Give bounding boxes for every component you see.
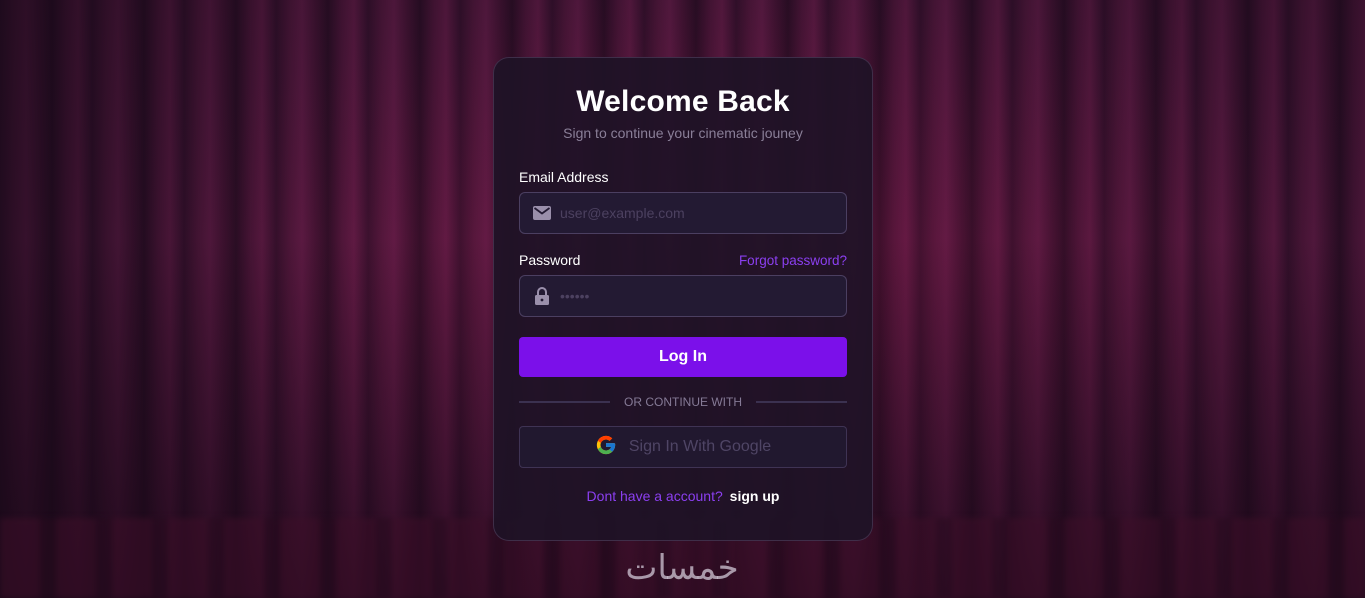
signup-prompt: Dont have a account? xyxy=(586,488,723,504)
google-signin-label: Sign In With Google xyxy=(628,438,772,455)
divider-line-right xyxy=(756,401,847,403)
divider: OR CONTINUE WITH xyxy=(519,395,847,409)
page-title: Welcome Back xyxy=(576,85,790,118)
lock-icon xyxy=(532,286,552,306)
page-subtitle: Sign to continue your cinematic jouney xyxy=(563,125,803,141)
password-field[interactable] xyxy=(519,275,847,317)
google-icon xyxy=(595,434,617,461)
login-button[interactable]: Log In xyxy=(519,337,847,377)
email-input[interactable] xyxy=(560,205,840,221)
divider-line-left xyxy=(519,401,610,403)
password-input[interactable] xyxy=(560,288,840,304)
signup-link[interactable]: sign up xyxy=(730,488,780,504)
forgot-password-link[interactable]: Forgot password? xyxy=(739,253,847,268)
email-label: Email Address xyxy=(519,169,609,185)
divider-text: OR CONTINUE WITH xyxy=(624,395,742,409)
signup-row: Dont have a account? sign up xyxy=(519,488,847,504)
email-field[interactable] xyxy=(519,192,847,234)
login-card: Welcome Back Sign to continue your cinem… xyxy=(493,57,873,541)
mail-icon xyxy=(532,203,552,223)
watermark-logo: خمسات xyxy=(625,548,739,588)
google-signin-button[interactable]: Sign In With Google xyxy=(519,426,847,468)
password-label: Password xyxy=(519,252,581,268)
